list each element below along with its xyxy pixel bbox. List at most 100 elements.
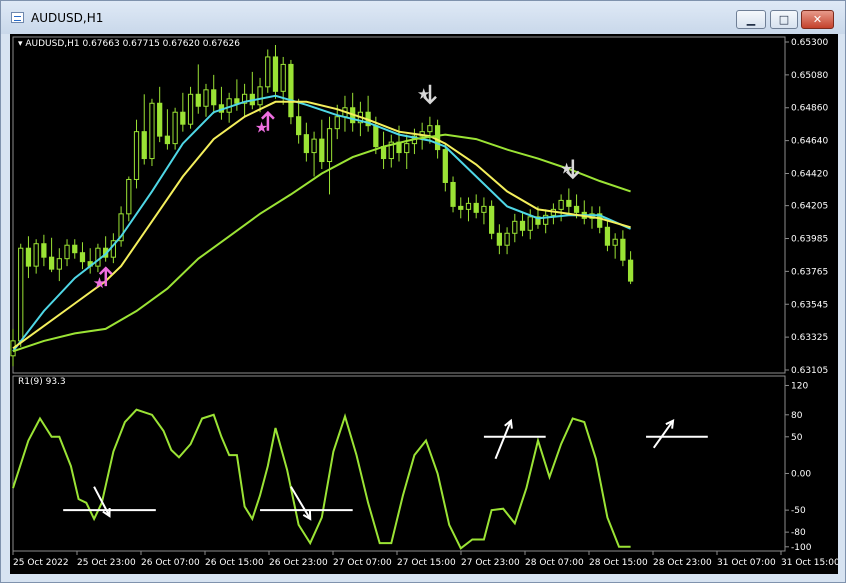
oscillator-axis: R1(9) 93.3 120 80 50 0.00 -50 -80 -100 — [18, 377, 812, 553]
close-button[interactable]: ✕ — [801, 10, 834, 29]
oscillator-pane-border — [12, 375, 786, 552]
candle-body-bear — [627, 259, 634, 282]
candle-body-bull — [33, 243, 39, 267]
oscillator-tick-label: 120 — [791, 381, 808, 391]
candle-body-bull — [465, 202, 472, 210]
candle-body-bear — [211, 89, 217, 106]
signal-arrows: ★ ★ ★ ★ — [93, 84, 580, 292]
candle-body-bear — [272, 56, 279, 92]
signal-mark-arrow-icon — [93, 486, 111, 517]
candle-body-bull — [404, 143, 410, 154]
candle-body-bear — [164, 135, 171, 145]
signal-mark-arrow-icon — [494, 420, 512, 460]
candle-body-bear — [141, 131, 147, 160]
candle-body-bull — [280, 63, 286, 92]
candle-body-bull — [133, 131, 140, 180]
oscillator-tick-label: -80 — [791, 528, 806, 538]
symbol-info-label: ▾ AUDUSD,H1 0.67663 0.67715 0.67620 0.67… — [18, 39, 240, 49]
time-tick-label: 26 Oct 07:00 — [141, 558, 200, 568]
time-tick-label: 27 Oct 15:00 — [397, 558, 456, 568]
candle-body-bear — [303, 134, 309, 154]
chart-window-icon — [11, 12, 24, 23]
time-axis: 25 Oct 2022 25 Oct 23:00 26 Oct 07:00 26 Oc… — [12, 551, 840, 568]
oscillator-tick-label: 50 — [791, 433, 803, 443]
candle-body-bull — [326, 128, 333, 163]
oscillator-line — [12, 408, 631, 550]
candle-body-bear — [48, 256, 55, 270]
candle-body-bull — [126, 178, 132, 215]
maximize-button[interactable]: □ — [770, 10, 798, 29]
time-tick-label: 26 Oct 23:00 — [269, 558, 328, 568]
candle-body-bear — [79, 252, 86, 263]
candle-body-bull — [512, 220, 518, 234]
title-bar[interactable]: AUDUSD,H1 ▁ □ ✕ — [1, 1, 845, 34]
candle-body-bull — [95, 247, 101, 267]
candle-body-bull — [257, 86, 263, 106]
candle-body-bull — [334, 116, 340, 130]
candle-body-bull — [311, 138, 317, 154]
candle-body-bear — [573, 205, 580, 213]
candle-body-bull — [527, 216, 533, 231]
time-tick-label: 25 Oct 23:00 — [77, 558, 136, 568]
candle-body-bear — [496, 232, 502, 246]
candle-body-bull — [427, 125, 433, 133]
candle-body-bear — [288, 63, 294, 118]
candle-body-bear — [180, 111, 186, 125]
window-title: AUDUSD,H1 — [31, 11, 104, 25]
candle-body-bear — [25, 247, 32, 267]
candle-body-bull — [504, 232, 510, 246]
price-tick-label: 0.65080 — [791, 71, 828, 81]
candle-body-bear — [458, 205, 464, 210]
chart-window: AUDUSD,H1 ▁ □ ✕ ★ ★ ★ ★ ▾ AUDUSD,H1 0.67663… — [0, 0, 846, 583]
oscillator-tick-label: 80 — [791, 411, 803, 421]
price-tick-label: 0.64860 — [791, 104, 828, 114]
oscillator-marks — [63, 418, 708, 521]
candle-body-bear — [604, 226, 611, 246]
oscillator-tick-label: -50 — [791, 506, 806, 516]
candle-body-bull — [18, 247, 24, 342]
candle-body-bear — [620, 238, 626, 261]
candle-body-bear — [373, 125, 379, 148]
price-tick-label: 0.64640 — [791, 137, 828, 147]
candle-body-bear — [380, 146, 387, 160]
sell-star-icon: ★ — [560, 159, 573, 177]
price-tick-label: 0.65300 — [791, 38, 828, 48]
candle-body-bear — [195, 93, 201, 107]
minimize-button[interactable]: ▁ — [736, 10, 766, 29]
price-tick-label: 0.63765 — [791, 267, 828, 277]
candle-body-bear — [234, 98, 240, 104]
candle-body-bear — [489, 205, 495, 234]
time-tick-label: 25 Oct 2022 — [13, 558, 69, 568]
candle-body-bull — [203, 89, 209, 107]
time-tick-label: 31 Oct 07:00 — [717, 558, 776, 568]
candle-body-bear — [319, 138, 325, 163]
price-tick-label: 0.63325 — [791, 333, 828, 343]
candle-body-bear — [41, 243, 47, 258]
candle-body-bull — [187, 93, 194, 125]
time-tick-label: 27 Oct 23:00 — [461, 558, 520, 568]
candle-body-bull — [558, 199, 564, 210]
candle-body-bull — [172, 111, 178, 145]
candle-body-bear — [519, 220, 526, 231]
time-tick-label: 26 Oct 15:00 — [205, 558, 264, 568]
price-tick-label: 0.63105 — [791, 366, 828, 376]
chart-canvas[interactable]: ★ ★ ★ ★ ▾ AUDUSD,H1 0.67663 0.67715 0.67620… — [10, 34, 840, 574]
oscillator-tick-label: 0.00 — [791, 469, 811, 479]
candle-body-bull — [265, 56, 271, 88]
candle-body-bear — [566, 199, 572, 207]
buy-star-icon: ★ — [93, 274, 106, 292]
candle-body-bear — [296, 116, 302, 136]
candle-body-bull — [481, 205, 487, 213]
candle-body-bear — [72, 244, 78, 254]
chart-area[interactable]: ★ ★ ★ ★ ▾ AUDUSD,H1 0.67663 0.67715 0.67620… — [10, 34, 840, 574]
sell-star-icon: ★ — [417, 85, 430, 103]
time-tick-label: 27 Oct 07:00 — [333, 558, 392, 568]
candle-body-bear — [434, 125, 441, 151]
oscillator-info-label: R1(9) 93.3 — [18, 377, 66, 387]
candle-body-bear — [157, 102, 163, 137]
price-tick-label: 0.63545 — [791, 300, 828, 310]
time-tick-label: 28 Oct 15:00 — [589, 558, 648, 568]
candle-body-bull — [56, 258, 62, 270]
time-tick-label: 31 Oct 15:00 — [781, 558, 838, 568]
price-grid — [12, 36, 786, 552]
